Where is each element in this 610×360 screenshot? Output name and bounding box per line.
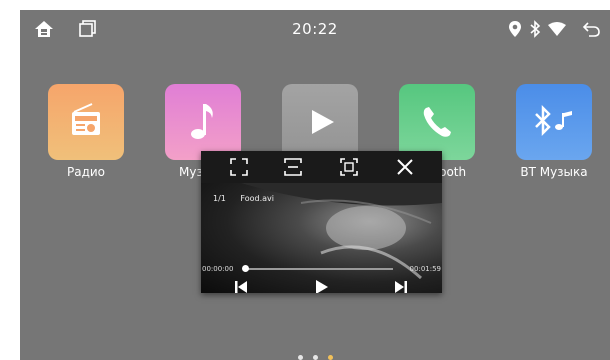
radio-icon bbox=[72, 103, 100, 135]
bluetooth-icon bbox=[528, 19, 542, 43]
music-app-button[interactable] bbox=[165, 84, 241, 160]
next-track-icon[interactable] bbox=[393, 279, 409, 293]
file-info: 1/1 Food.avi bbox=[213, 194, 286, 203]
seek-bar[interactable] bbox=[242, 265, 393, 272]
radio-app-label: Радио bbox=[66, 165, 106, 179]
bt-music-app-label: BT Музыка bbox=[520, 165, 588, 179]
fullscreen-icon[interactable] bbox=[229, 157, 249, 177]
fit-screen-icon[interactable] bbox=[283, 157, 303, 177]
bluetooth-app-button[interactable] bbox=[399, 84, 475, 160]
wifi-icon bbox=[547, 19, 567, 43]
file-name: Food.avi bbox=[240, 194, 275, 203]
play-icon bbox=[312, 110, 334, 134]
radio-app-button[interactable] bbox=[48, 84, 124, 160]
play-pause-icon[interactable] bbox=[313, 279, 329, 293]
elapsed-time: 00:00:00 bbox=[202, 265, 234, 273]
video-popup: 1/1 Food.avi 00:00:00 00:01:59 bbox=[201, 151, 442, 293]
location-icon bbox=[508, 19, 522, 43]
page-dot-2[interactable] bbox=[312, 355, 318, 360]
page-indicator bbox=[20, 345, 610, 360]
page-dot-3[interactable] bbox=[327, 355, 333, 360]
bt-music-app-button[interactable] bbox=[516, 84, 592, 160]
back-icon[interactable] bbox=[582, 19, 602, 43]
video-app-button[interactable] bbox=[282, 84, 358, 160]
page-dot-1[interactable] bbox=[297, 355, 303, 360]
phone-icon bbox=[423, 107, 451, 137]
previous-track-icon[interactable] bbox=[233, 279, 249, 293]
track-index: 1/1 bbox=[213, 194, 226, 203]
popup-toolbar bbox=[201, 151, 442, 183]
status-bar: 20:22 bbox=[20, 10, 610, 50]
total-duration: 00:01:59 bbox=[409, 265, 441, 273]
music-note-icon bbox=[191, 104, 213, 139]
stretch-screen-icon[interactable] bbox=[339, 157, 359, 177]
bluetooth-music-icon bbox=[535, 104, 572, 137]
close-icon[interactable] bbox=[395, 157, 415, 177]
seek-knob[interactable] bbox=[242, 265, 249, 272]
launcher-screen: 20:22 Радио Музыка bbox=[20, 10, 610, 360]
